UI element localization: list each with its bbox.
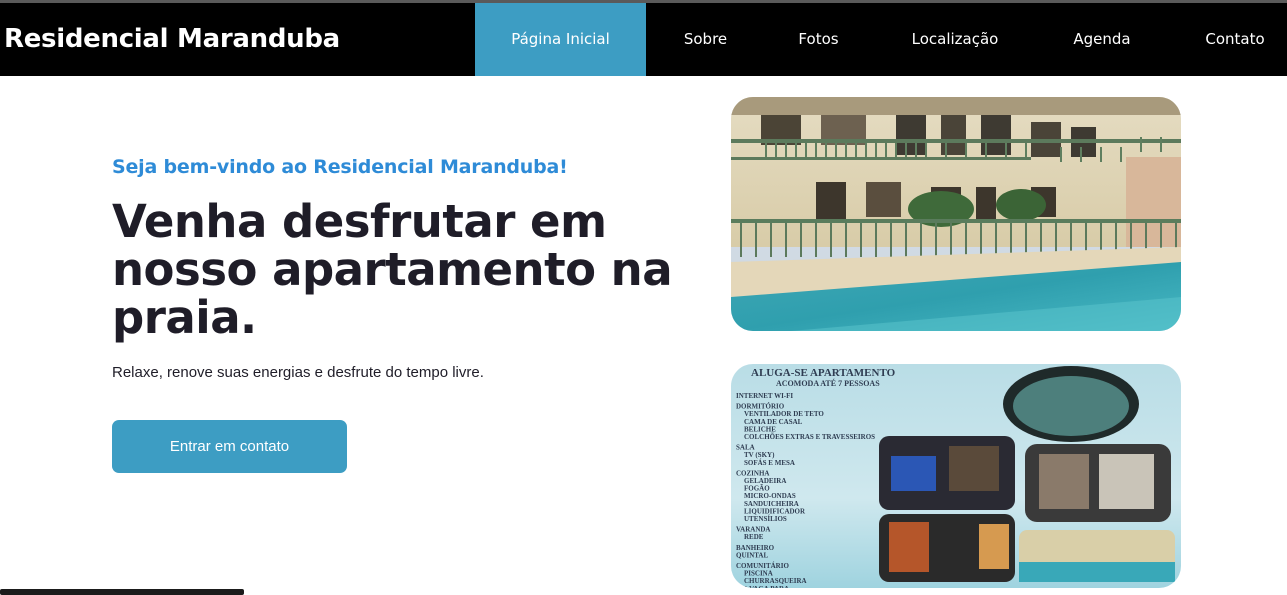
nav-link-location[interactable]: Localização [872,3,1038,76]
brand-logo[interactable]: Residencial Maranduba [4,3,340,76]
contact-button[interactable]: Entrar em contato [112,420,347,473]
hero-title-line-1: Venha desfrutar em [112,195,607,248]
hero-description: Relaxe, renove suas energias e desfrute … [112,364,484,381]
flyer-item-19: QUINTAL [736,551,768,559]
flyer-item-17: REDE [744,533,764,541]
nav-link-photos[interactable]: Fotos [765,3,872,76]
nav-link-home[interactable]: Página Inicial [475,3,646,76]
nav-link-schedule[interactable]: Agenda [1038,3,1166,76]
hero-subtitle: Seja bem-vindo ao Residencial Maranduba! [112,156,568,178]
building-pool-photo [731,97,1181,331]
flyer-item-15: UTENSÍLIOS [744,515,787,523]
hero-title-line-2: nosso apartamento na [112,243,673,296]
rental-flyer-image: ALUGA-SE APARTAMENTO ACOMODA ATÉ 7 PESSO… [731,364,1181,588]
flyer-item-0: INTERNET WI-FI [736,392,793,400]
nav-menu: Página Inicial Sobre Fotos Localização A… [475,3,1287,76]
nav-link-contact[interactable]: Contato [1166,3,1287,76]
horizontal-scrollbar[interactable] [0,589,244,595]
navbar: Residencial Maranduba Página Inicial Sob… [0,3,1287,76]
flyer-item-5: COLCHÕES EXTRAS E TRAVESSEIROS [744,433,875,441]
hero-title: Venha desfrutar em nosso apartamento na … [112,198,712,342]
hero-title-line-3: praia. [112,291,257,344]
flyer-item-23: 1 VAGA PARA [744,585,789,588]
nav-link-about[interactable]: Sobre [646,3,765,76]
flyer-item-8: SOFÁS E MESA [744,459,795,467]
flyer-subheading: ACOMODA ATÉ 7 PESSOAS [776,378,880,388]
flyer-heading: ALUGA-SE APARTAMENTO [751,367,896,379]
